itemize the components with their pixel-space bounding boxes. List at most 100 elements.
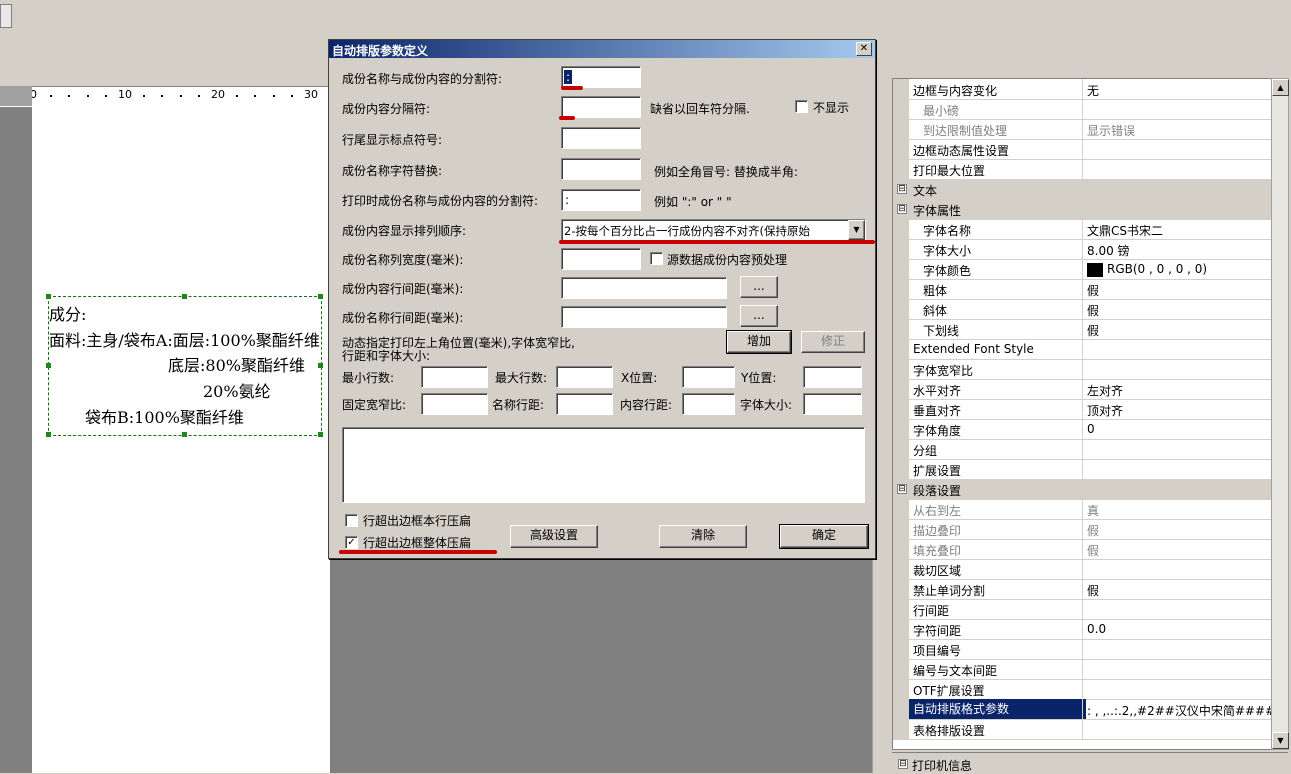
property-value[interactable]: 文鼎CS书宋二	[1082, 219, 1271, 239]
min-lines-input[interactable]	[421, 366, 488, 388]
property-value[interactable]	[1082, 679, 1271, 699]
property-row[interactable]: 字体角度 0	[893, 419, 1271, 440]
overflow-line-checkbox[interactable]	[345, 514, 358, 527]
property-row[interactable]: 从右到左 真	[893, 499, 1271, 520]
property-value[interactable]	[1082, 599, 1271, 619]
name-spacing-input[interactable]	[561, 306, 727, 328]
property-row[interactable]: 水平对齐 左对齐	[893, 379, 1271, 400]
property-row[interactable]: OTF扩展设置	[893, 679, 1271, 700]
property-value[interactable]	[1082, 659, 1271, 679]
collapse-icon[interactable]: ⊟	[897, 204, 907, 214]
preprocess-checkbox[interactable]	[650, 252, 663, 265]
property-row[interactable]: 禁止单词分割 假	[893, 579, 1271, 600]
property-value[interactable]: 假	[1082, 279, 1271, 299]
property-value[interactable]: 假	[1082, 299, 1271, 319]
property-row[interactable]: 垂直对齐 顶对齐	[893, 399, 1271, 420]
line-end-input[interactable]	[561, 127, 641, 149]
name-gap-input[interactable]	[556, 393, 613, 415]
property-value[interactable]: 顶对齐	[1082, 399, 1271, 419]
property-category[interactable]: ⊟ 文本	[893, 179, 1271, 200]
property-row[interactable]: 行间距	[893, 599, 1271, 620]
property-row[interactable]: 到达限制值处理 显示错误	[893, 119, 1271, 140]
property-row[interactable]: 字体大小 8.00 镑	[893, 239, 1271, 260]
composition-textbox[interactable]: 成分: 面料:主身/袋布A:面层:100%聚酯纤维 底层:80%聚酯纤维 20%…	[46, 294, 323, 437]
content-spacing-input[interactable]	[561, 277, 727, 299]
property-category[interactable]: ⊟ 段落设置	[893, 479, 1271, 500]
property-row[interactable]: 打印最大位置	[893, 159, 1271, 180]
close-icon[interactable]: ✕	[856, 42, 872, 56]
property-row[interactable]: 边框动态属性设置	[893, 139, 1271, 160]
property-value[interactable]: 0	[1082, 419, 1271, 439]
property-row[interactable]: 编号与文本间距	[893, 659, 1271, 680]
name-spacing-ellipsis-button[interactable]: ...	[740, 305, 778, 327]
property-row[interactable]: Extended Font Style	[893, 339, 1271, 360]
property-row[interactable]: 边框与内容变化 无	[893, 79, 1271, 100]
column-width-input[interactable]	[561, 248, 641, 270]
dynamic-settings-list[interactable]	[342, 427, 865, 503]
property-value[interactable]	[1082, 439, 1271, 459]
property-row[interactable]: 填充叠印 假	[893, 539, 1271, 560]
property-value[interactable]: 左对齐	[1082, 379, 1271, 399]
property-value[interactable]: RGB(0 , 0 , 0 , 0)	[1082, 259, 1271, 279]
order-select[interactable]: 2-按每个百分比占一行成份内容不对齐(保持原始 ▼	[561, 219, 866, 241]
property-value[interactable]: 假	[1082, 319, 1271, 339]
property-value[interactable]	[1082, 559, 1271, 579]
property-value[interactable]	[1082, 339, 1271, 359]
property-row[interactable]: 字体颜色 RGB(0 , 0 , 0 , 0)	[893, 259, 1271, 280]
ok-button[interactable]: 确定	[779, 524, 869, 549]
property-row[interactable]: 自动排版格式参数: , ,..:.2,,#2##汉仪中宋简#### ...	[893, 699, 1290, 720]
property-value[interactable]	[1082, 139, 1271, 159]
collapse-icon[interactable]: ⊟	[897, 484, 907, 494]
toolbar-button[interactable]	[0, 4, 12, 28]
printer-info-section[interactable]: ⊟ 打印机信息	[892, 752, 1288, 774]
overflow-all-checkbox[interactable]: ✓	[345, 536, 358, 549]
property-value[interactable]: 真	[1082, 499, 1271, 519]
scroll-up-icon[interactable]: ▲	[1272, 79, 1289, 96]
no-display-checkbox[interactable]	[795, 100, 808, 113]
property-category[interactable]: ⊟ 字体属性	[893, 199, 1271, 220]
max-lines-input[interactable]	[556, 366, 613, 388]
property-row[interactable]: 字符间距 0.0	[893, 619, 1271, 640]
property-value[interactable]	[1082, 359, 1271, 379]
property-value[interactable]: : , ,..:.2,,#2##汉仪中宋简#### ...	[1082, 699, 1290, 719]
property-row[interactable]: 表格排版设置	[893, 719, 1271, 740]
content-separator-input[interactable]	[561, 96, 641, 118]
property-value[interactable]: 显示错误	[1082, 119, 1271, 139]
content-gap-input[interactable]	[682, 393, 735, 415]
content-spacing-ellipsis-button[interactable]: ...	[740, 276, 778, 298]
add-button[interactable]: 增加	[726, 330, 792, 354]
property-row[interactable]: 字体名称 文鼎CS书宋二	[893, 219, 1271, 240]
property-row[interactable]: 扩展设置	[893, 459, 1271, 480]
property-value[interactable]: 假	[1082, 579, 1271, 599]
font-size-input[interactable]	[803, 393, 862, 415]
property-value[interactable]	[1082, 459, 1271, 479]
collapse-icon[interactable]: ⊟	[898, 759, 908, 769]
y-position-input[interactable]	[803, 366, 862, 388]
property-value[interactable]: 假	[1082, 539, 1271, 559]
scroll-down-icon[interactable]: ▼	[1272, 732, 1289, 749]
property-row[interactable]: 斜体 假	[893, 299, 1271, 320]
name-replace-input[interactable]	[561, 158, 641, 180]
separator-input[interactable]: :	[561, 66, 641, 88]
property-value[interactable]	[1082, 99, 1271, 119]
property-row[interactable]: 描边叠印 假	[893, 519, 1271, 540]
collapse-icon[interactable]: ⊟	[897, 184, 907, 194]
design-page[interactable]	[32, 107, 330, 773]
property-row[interactable]: 裁切区域	[893, 559, 1271, 580]
advanced-settings-button[interactable]: 高级设置	[510, 525, 598, 548]
property-row[interactable]: 项目编号	[893, 639, 1271, 660]
property-value[interactable]	[1082, 639, 1271, 659]
property-value[interactable]	[1082, 159, 1271, 179]
property-row[interactable]: 字体宽窄比	[893, 359, 1271, 380]
property-value[interactable]: 8.00 镑	[1082, 239, 1271, 259]
x-position-input[interactable]	[682, 366, 735, 388]
fixed-ratio-input[interactable]	[421, 393, 488, 415]
modify-button[interactable]: 修正	[801, 331, 865, 353]
property-row[interactable]: 下划线 假	[893, 319, 1271, 340]
clear-button[interactable]: 清除	[659, 525, 747, 548]
property-value[interactable]	[1082, 719, 1271, 739]
property-row[interactable]: 最小磅	[893, 99, 1271, 120]
property-row[interactable]: 粗体 假	[893, 279, 1271, 300]
print-separator-input[interactable]: :	[561, 189, 641, 211]
property-grid-scrollbar[interactable]: ▲ ▼	[1271, 78, 1289, 750]
